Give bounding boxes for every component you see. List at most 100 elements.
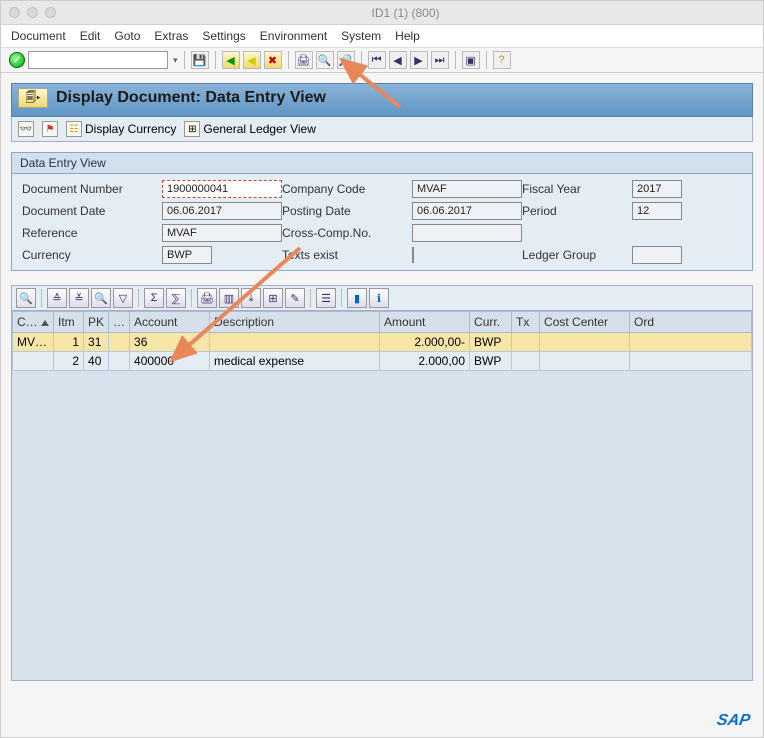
find-icon[interactable]: 🔍 bbox=[91, 288, 111, 308]
save-icon[interactable]: 💾 bbox=[191, 51, 209, 69]
label-currency: Currency bbox=[22, 248, 162, 262]
sort-asc-icon[interactable]: ≙ bbox=[47, 288, 67, 308]
grid-toolbar: 🔍 ≙ ≚ 🔍 ▽ Σ ⅀ 🖨 ▥ ⤓ ⊞ ✎ ☰ ▮ ℹ bbox=[11, 285, 753, 311]
export-icon[interactable]: ⤓ bbox=[241, 288, 261, 308]
main-window: ID1 (1) (800) Document Edit Goto Extras … bbox=[0, 0, 764, 738]
minimize-button[interactable] bbox=[27, 7, 38, 18]
page-header: 🗐▸ Display Document: Data Entry View bbox=[11, 83, 753, 117]
window-controls bbox=[9, 7, 56, 18]
field-cross-comp[interactable] bbox=[412, 224, 522, 242]
col-s[interactable]: … bbox=[109, 312, 130, 333]
services-icon[interactable]: ⚑ bbox=[42, 121, 58, 137]
sap-logo: SAP bbox=[716, 712, 752, 730]
checkbox-texts-exist[interactable] bbox=[412, 247, 414, 263]
table-row[interactable]: 2 40 400000 medical expense 2.000,00 BWP bbox=[13, 352, 752, 371]
graphic-icon[interactable]: ▮ bbox=[347, 288, 367, 308]
titlebar: ID1 (1) (800) bbox=[1, 1, 763, 25]
chevron-down-icon[interactable]: ▾ bbox=[173, 55, 178, 66]
field-doc-number[interactable]: 1900000041 bbox=[162, 180, 282, 198]
help-icon[interactable]: ? bbox=[493, 51, 511, 69]
content-area: 🗐▸ Display Document: Data Entry View 👓 ⚑… bbox=[1, 73, 763, 681]
exit-icon[interactable]: ◀ bbox=[243, 51, 261, 69]
label-company-code: Company Code bbox=[282, 182, 412, 196]
standard-toolbar: ✓ ▾ 💾 ◀ ◀ ✖ 🖨 🔍 🔎 ⏮ ◀ ▶ ⏭ ▣ ? bbox=[1, 48, 763, 73]
menu-extras[interactable]: Extras bbox=[154, 29, 188, 43]
general-ledger-view-button[interactable]: ⊞General Ledger View bbox=[184, 121, 316, 137]
window-title: ID1 (1) (800) bbox=[56, 6, 755, 20]
last-page-icon[interactable]: ⏭ bbox=[431, 51, 449, 69]
label-texts-exist: Texts exist bbox=[282, 248, 412, 262]
info-icon[interactable]: ℹ bbox=[369, 288, 389, 308]
next-page-icon[interactable]: ▶ bbox=[410, 51, 428, 69]
subtotal-icon[interactable]: ⅀ bbox=[166, 288, 186, 308]
field-reference[interactable]: MVAF bbox=[162, 224, 282, 242]
find-next-icon[interactable]: 🔎 bbox=[337, 51, 355, 69]
field-doc-date[interactable]: 06.06.2017 bbox=[162, 202, 282, 220]
label-doc-date: Document Date bbox=[22, 204, 162, 218]
display-currency-label: Display Currency bbox=[85, 122, 176, 136]
col-account[interactable]: Account bbox=[130, 312, 210, 333]
label-doc-number: Document Number bbox=[22, 182, 162, 196]
col-costcenter[interactable]: Cost Center bbox=[540, 312, 630, 333]
sum-icon[interactable]: Σ bbox=[144, 288, 164, 308]
excel-icon[interactable]: ⊞ bbox=[263, 288, 283, 308]
print-icon[interactable]: 🖨 bbox=[197, 288, 217, 308]
menu-document[interactable]: Document bbox=[11, 29, 66, 43]
field-posting-date[interactable]: 06.06.2017 bbox=[412, 202, 522, 220]
find-icon[interactable]: 🔍 bbox=[316, 51, 334, 69]
table-row[interactable]: MV… 1 31 36 2.000,00- BWP bbox=[13, 333, 752, 352]
form-grid: Document Number 1900000041 Company Code … bbox=[12, 174, 752, 270]
page-title: Display Document: Data Entry View bbox=[56, 89, 326, 107]
label-ledger-group: Ledger Group bbox=[522, 248, 632, 262]
data-entry-panel: Data Entry View Document Number 19000000… bbox=[11, 152, 753, 271]
col-order[interactable]: Ord bbox=[630, 312, 752, 333]
col-amount[interactable]: Amount bbox=[380, 312, 470, 333]
layout-icon[interactable]: ☰ bbox=[316, 288, 336, 308]
menu-environment[interactable]: Environment bbox=[260, 29, 327, 43]
label-period: Period bbox=[522, 204, 632, 218]
enter-icon[interactable]: ✓ bbox=[9, 52, 25, 68]
label-fiscal-year: Fiscal Year bbox=[522, 182, 632, 196]
prev-page-icon[interactable]: ◀ bbox=[389, 51, 407, 69]
views-icon[interactable]: ▥ bbox=[219, 288, 239, 308]
header-nav-button[interactable]: 🗐▸ bbox=[18, 88, 48, 108]
col-description[interactable]: Description bbox=[210, 312, 380, 333]
filter-icon[interactable]: ▽ bbox=[113, 288, 133, 308]
zoom-button[interactable] bbox=[45, 7, 56, 18]
print-icon[interactable]: 🖨 bbox=[295, 51, 313, 69]
gl-view-label: General Ledger View bbox=[203, 122, 316, 136]
col-pk[interactable]: PK bbox=[84, 312, 109, 333]
menu-bar: Document Edit Goto Extras Settings Envir… bbox=[1, 25, 763, 48]
field-company-code[interactable]: MVAF bbox=[412, 180, 522, 198]
field-fiscal-year[interactable]: 2017 bbox=[632, 180, 682, 198]
field-currency[interactable]: BWP bbox=[162, 246, 212, 264]
glasses-icon[interactable]: 👓 bbox=[18, 121, 34, 137]
details-icon[interactable]: 🔍 bbox=[16, 288, 36, 308]
menu-settings[interactable]: Settings bbox=[202, 29, 245, 43]
new-session-icon[interactable]: ▣ bbox=[462, 51, 480, 69]
col-tx[interactable]: Tx bbox=[512, 312, 540, 333]
close-button[interactable] bbox=[9, 7, 20, 18]
menu-help[interactable]: Help bbox=[395, 29, 420, 43]
menu-goto[interactable]: Goto bbox=[114, 29, 140, 43]
sort-asc-indicator-icon bbox=[41, 320, 49, 326]
field-period[interactable]: 12 bbox=[632, 202, 682, 220]
sort-desc-icon[interactable]: ≚ bbox=[69, 288, 89, 308]
col-curr[interactable]: Curr. bbox=[470, 312, 512, 333]
alv-grid[interactable]: C… Itm PK … Account Description Amount C… bbox=[11, 311, 753, 681]
label-posting-date: Posting Date bbox=[282, 204, 412, 218]
command-field[interactable] bbox=[28, 51, 168, 69]
menu-edit[interactable]: Edit bbox=[80, 29, 101, 43]
app-toolbar: 👓 ⚑ ☷Display Currency ⊞General Ledger Vi… bbox=[11, 117, 753, 142]
cancel-icon[interactable]: ✖ bbox=[264, 51, 282, 69]
field-ledger-group[interactable] bbox=[632, 246, 682, 264]
display-currency-button[interactable]: ☷Display Currency bbox=[66, 121, 176, 137]
col-itm[interactable]: Itm bbox=[54, 312, 84, 333]
back-icon[interactable]: ◀ bbox=[222, 51, 240, 69]
wp-icon[interactable]: ✎ bbox=[285, 288, 305, 308]
label-reference: Reference bbox=[22, 226, 162, 240]
menu-system[interactable]: System bbox=[341, 29, 381, 43]
first-page-icon[interactable]: ⏮ bbox=[368, 51, 386, 69]
col-company[interactable]: C… bbox=[13, 312, 54, 333]
label-cross-comp: Cross-Comp.No. bbox=[282, 226, 412, 240]
